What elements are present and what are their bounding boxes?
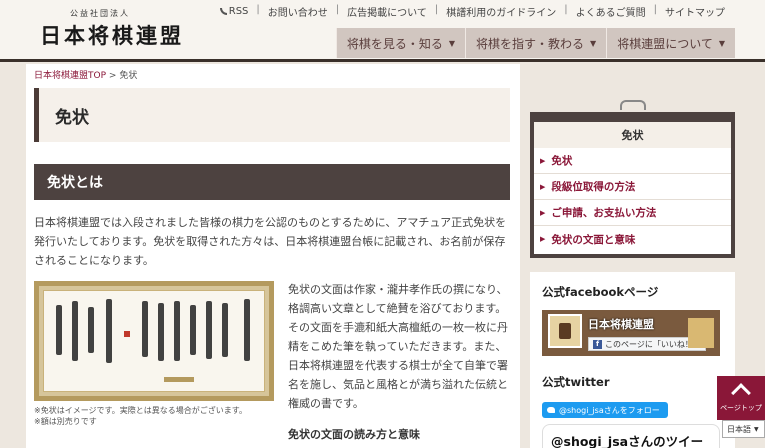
- facebook-card[interactable]: 日本将棋連盟 f このページに「いいね！」: [542, 310, 720, 356]
- chevron-up-icon: [731, 383, 751, 403]
- breadcrumb-home[interactable]: 日本将棋連盟TOP: [34, 71, 106, 81]
- main-nav: 将棋を見る・知る ▼ 将棋を指す・教わる ▼ 将棋連盟について ▼: [335, 28, 735, 58]
- menjo-description: 免状の文面は作家・瀧井孝作氏の撰になり、格調高い文章として絶賛を浴びております。…: [288, 283, 508, 410]
- logo-subtitle: 公益社団法人: [70, 9, 130, 18]
- intro-text: 日本将棋連盟では入段されました皆様の棋力を公認のものとするために、アマチュア正式…: [34, 216, 507, 267]
- facebook-page-name[interactable]: 日本将棋連盟: [588, 316, 654, 332]
- twitter-timeline[interactable]: @shogi_jsaさんのツイー: [542, 424, 720, 448]
- site-header: 公益社団法人 日本将棋連盟 RSS | お問い合わせ | 広告掲載について | …: [0, 0, 765, 62]
- breadcrumb: 日本将棋連盟TOP > 免状: [34, 71, 138, 81]
- menjo-image: [43, 290, 265, 392]
- rss-link[interactable]: RSS: [219, 4, 248, 19]
- section-heading: 免状とは: [34, 164, 510, 200]
- nav-play[interactable]: 将棋を指す・教わる ▼: [465, 28, 607, 58]
- page-top-button[interactable]: ページトップ: [717, 376, 765, 420]
- sub-heading: 免状の文面の読み方と意味: [288, 428, 420, 441]
- side-menu-list: ▶ 免状 ▶ 段級位取得の方法 ▶ ご申請、お支払い方法 ▶ 免状の文面と意味: [534, 148, 731, 254]
- arrow-right-icon: ▶: [540, 182, 546, 191]
- shogi-board-image: [688, 318, 714, 348]
- logo-title: 日本将棋連盟: [40, 23, 184, 48]
- chevron-down-icon: ▼: [718, 38, 725, 48]
- sidebar-item-apply[interactable]: ▶ ご申請、お支払い方法: [534, 200, 731, 226]
- arrow-right-icon: ▶: [540, 156, 546, 165]
- language-select[interactable]: 日本語 ▼: [722, 420, 765, 438]
- facebook-title: 公式facebookページ: [542, 285, 659, 299]
- twitter-bird-icon: [547, 407, 555, 413]
- faq-link[interactable]: よくあるご質問: [576, 4, 646, 19]
- arrow-right-icon: ▶: [540, 208, 546, 217]
- avatar: [548, 314, 582, 348]
- nav-watch[interactable]: 将棋を見る・知る ▼: [335, 28, 466, 58]
- breadcrumb-current: 免状: [119, 71, 138, 81]
- sidebar-item-menjo[interactable]: ▶ 免状: [534, 148, 731, 174]
- twitter-follow-button[interactable]: @shogi_jsaさんをフォロー: [542, 402, 668, 418]
- photo-caption: ※免状はイメージです。実際とは異なる場合がございます。 ※額は別売りです: [34, 406, 247, 426]
- ad-link[interactable]: 広告掲載について: [347, 4, 427, 19]
- facebook-icon: f: [593, 339, 602, 349]
- sidebar-item-text-meaning[interactable]: ▶ 免状の文面と意味: [534, 226, 731, 252]
- sidebar-item-dan-kyu[interactable]: ▶ 段級位取得の方法: [534, 174, 731, 200]
- chevron-down-icon: ▼: [590, 38, 597, 48]
- chevron-down-icon: ▼: [754, 425, 759, 433]
- guideline-link[interactable]: 棋譜利用のガイドライン: [446, 4, 556, 19]
- arrow-right-icon: ▶: [540, 235, 546, 243]
- menjo-photo: [34, 281, 274, 401]
- rss-icon: [219, 8, 227, 15]
- page-title-box: 免状: [34, 88, 510, 142]
- side-menu-title: 免状: [534, 122, 731, 148]
- page-title: 免状: [55, 107, 89, 128]
- top-links: RSS | お問い合わせ | 広告掲載について | 棋譜利用のガイドライン | …: [219, 4, 725, 19]
- nav-about[interactable]: 将棋連盟について ▼: [606, 28, 735, 58]
- sitemap-link[interactable]: サイトマップ: [665, 4, 725, 19]
- clip-icon: [620, 100, 646, 110]
- site-logo[interactable]: 公益社団法人 日本将棋連盟: [40, 8, 184, 50]
- twitter-title: 公式twitter: [542, 375, 610, 389]
- chevron-down-icon: ▼: [448, 38, 456, 48]
- contact-link[interactable]: お問い合わせ: [268, 4, 328, 19]
